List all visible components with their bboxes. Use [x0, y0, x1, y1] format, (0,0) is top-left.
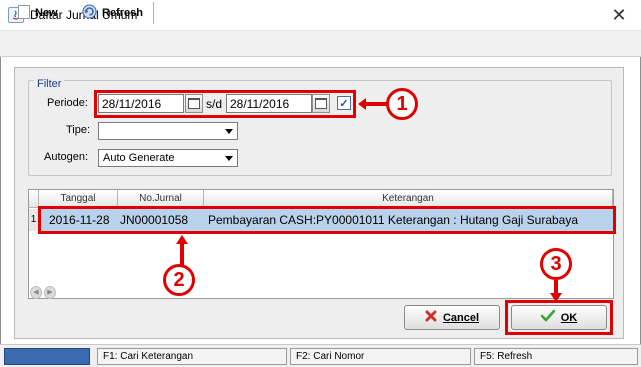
annotation-marker-2: 2	[163, 264, 195, 296]
annotation-box-2	[38, 206, 616, 234]
new-button[interactable]: New	[18, 3, 58, 23]
tipe-select[interactable]	[98, 122, 238, 140]
chevron-down-icon	[225, 129, 233, 134]
chevron-down-icon	[225, 156, 233, 161]
scroll-right-icon[interactable]: ▶	[44, 286, 56, 299]
status-hint-f1: F1: Cari Keterangan	[97, 348, 287, 365]
autogen-label: Autogen:	[44, 151, 89, 163]
toolbar-separator	[153, 2, 154, 24]
new-document-icon	[18, 4, 30, 22]
annotation-box-3	[505, 300, 613, 335]
refresh-button[interactable]: Refresh	[82, 3, 143, 23]
cancel-button[interactable]: Cancel	[404, 305, 500, 330]
periode-label: Periode:	[47, 97, 88, 109]
refresh-icon	[82, 4, 97, 22]
tipe-label: Tipe:	[66, 124, 91, 136]
close-icon[interactable]: ✕	[604, 3, 634, 27]
scroll-left-icon[interactable]: ◀	[30, 286, 42, 299]
annotation-box-1	[94, 90, 356, 118]
annotation-arrow-2	[176, 235, 188, 265]
window-border-left	[0, 57, 1, 344]
annotation-arrow-3	[550, 280, 562, 302]
autogen-select[interactable]: Auto Generate	[98, 149, 238, 167]
toolbar	[0, 31, 641, 57]
cancel-button-label: Cancel	[442, 311, 480, 324]
table-scroll-arrows[interactable]: ◀ ▶	[30, 286, 56, 299]
cancel-x-icon	[425, 310, 437, 325]
refresh-button-label: Refresh	[102, 7, 143, 19]
status-hint-f5: F5: Refresh	[474, 348, 638, 365]
status-hint-f2: F2: Cari Nomor	[290, 348, 471, 365]
status-progress	[4, 348, 90, 365]
annotation-marker-3: 3	[540, 248, 572, 280]
new-button-label: New	[35, 7, 58, 19]
autogen-select-value: Auto Generate	[103, 152, 175, 164]
filter-legend: Filter	[34, 78, 65, 90]
annotation-marker-1: 1	[386, 88, 418, 120]
